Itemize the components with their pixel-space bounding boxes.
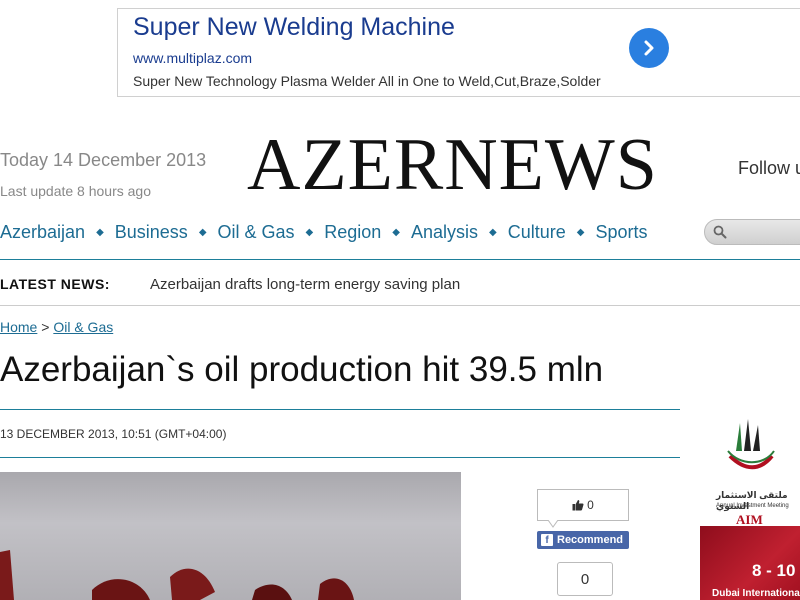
nav-item-region[interactable]: Region bbox=[324, 222, 381, 243]
nav-separator: ◆ bbox=[576, 226, 585, 238]
dateline-divider bbox=[0, 457, 680, 458]
like-count: 0 bbox=[587, 498, 594, 512]
side-ad-annual: Annual Investment Meeting bbox=[716, 503, 789, 509]
nav-item-business[interactable]: Business bbox=[115, 222, 188, 243]
nav-item-culture[interactable]: Culture bbox=[508, 222, 566, 243]
article-title: Azerbaijan`s oil production hit 39.5 mln bbox=[0, 350, 604, 389]
nav-separator: ◆ bbox=[96, 226, 104, 238]
nav-separator: ◆ bbox=[489, 226, 497, 238]
aim-logo-icon bbox=[727, 419, 775, 470]
share-count[interactable]: 0 bbox=[557, 562, 613, 596]
article-photo bbox=[0, 472, 461, 600]
nav-separator: ◆ bbox=[392, 226, 400, 238]
nav-separator: ◆ bbox=[198, 226, 207, 238]
title-divider bbox=[0, 409, 680, 410]
nav-item-azerbaijan[interactable]: Azerbaijan bbox=[0, 222, 85, 243]
nav-item-sports[interactable]: Sports bbox=[595, 222, 647, 243]
recommend-button[interactable]: f Recommend bbox=[537, 531, 629, 549]
ad-url[interactable]: www.multiplaz.com bbox=[133, 50, 252, 66]
nav-item-oil-gas[interactable]: Oil & Gas bbox=[218, 222, 295, 243]
latest-news-label: LATEST NEWS: bbox=[0, 276, 110, 292]
like-box-tail bbox=[548, 520, 558, 528]
nav-divider bbox=[0, 259, 800, 260]
nav-item-analysis[interactable]: Analysis bbox=[411, 222, 478, 243]
search-input[interactable] bbox=[704, 219, 800, 245]
breadcrumb: Home > Oil & Gas bbox=[0, 319, 113, 335]
like-button[interactable]: 0 bbox=[537, 489, 629, 521]
main-nav: Azerbaijan ◆ Business ◆ Oil & Gas ◆ Regi… bbox=[0, 220, 648, 244]
search-icon[interactable] bbox=[713, 225, 727, 244]
ad-description: Super New Technology Plasma Welder All i… bbox=[133, 73, 601, 89]
side-ad-dates: 8 - 10 bbox=[752, 561, 796, 580]
thumbs-up-icon bbox=[572, 499, 584, 511]
breadcrumb-oil-gas[interactable]: Oil & Gas bbox=[53, 319, 113, 335]
nav-separator: ◆ bbox=[305, 226, 314, 238]
chevron-right-icon[interactable] bbox=[629, 28, 669, 68]
article-dateline: 13 DECEMBER 2013, 10:51 (GMT+04:00) bbox=[0, 427, 227, 441]
latest-divider bbox=[0, 305, 800, 306]
side-ad-venue: Dubai International bbox=[712, 588, 800, 599]
latest-news-headline[interactable]: Azerbaijan drafts long-term energy savin… bbox=[150, 276, 460, 293]
today-date: Today 14 December 2013 bbox=[0, 150, 207, 170]
breadcrumb-separator: > bbox=[41, 319, 50, 335]
ad-banner[interactable]: Super New Welding Machine www.multiplaz.… bbox=[117, 8, 800, 97]
follow-us: Follow u bbox=[738, 158, 800, 178]
last-update: Last update 8 hours ago bbox=[0, 183, 152, 199]
site-logo[interactable]: AZERNEWS bbox=[247, 128, 658, 202]
facebook-icon: f bbox=[541, 534, 553, 546]
ad-title[interactable]: Super New Welding Machine bbox=[133, 13, 455, 42]
side-ad-banner[interactable]: ملتقى الاستثمار السنوي Annual Investment… bbox=[700, 411, 800, 600]
recommend-label: Recommend bbox=[557, 534, 624, 546]
breadcrumb-home[interactable]: Home bbox=[0, 319, 37, 335]
